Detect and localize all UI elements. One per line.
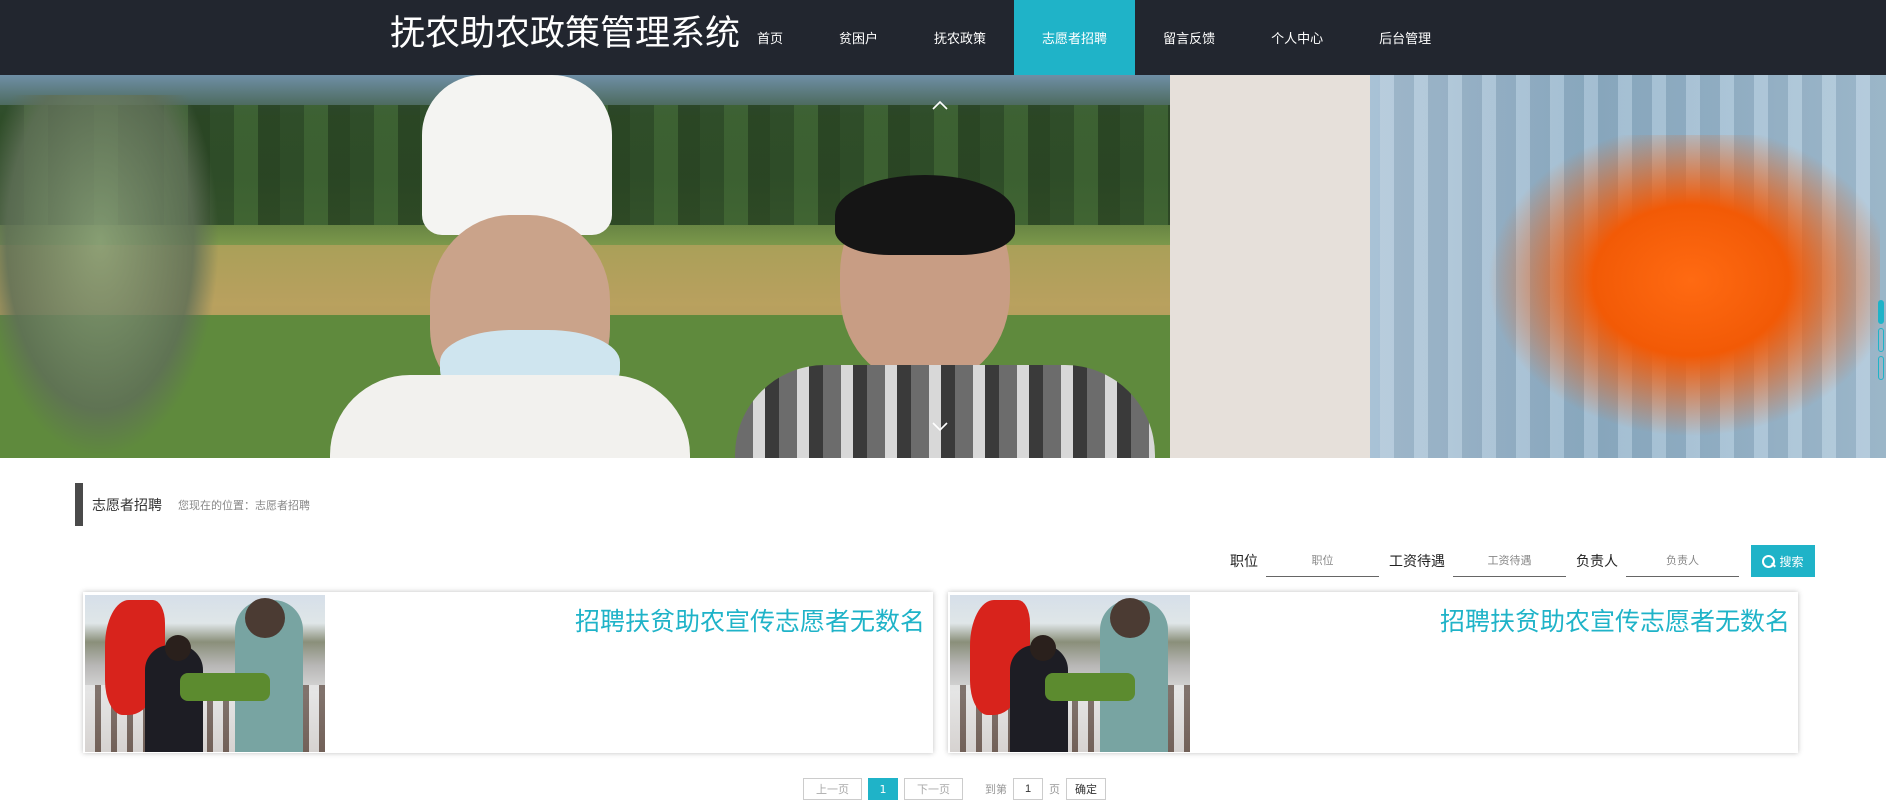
- position-input[interactable]: [1266, 545, 1379, 577]
- main-nav: 首页 贫困户 抚农政策 志愿者招聘 留言反馈 个人中心 后台管理: [729, 0, 1459, 75]
- banner-lobster-sculpture: [0, 95, 220, 458]
- banner-phoenix-sculpture: [1460, 135, 1880, 458]
- image-seedling-tray: [180, 673, 270, 701]
- search-form: 职位 工资待遇 负责人 搜索: [1230, 544, 1815, 578]
- nav-item-volunteer-recruitment[interactable]: 志愿者招聘: [1014, 0, 1136, 75]
- current-page-number[interactable]: 1: [868, 778, 898, 800]
- nav-item-home[interactable]: 首页: [729, 0, 811, 75]
- goto-page-input[interactable]: [1013, 778, 1043, 800]
- pagination: 上一页 1 下一页 到第 页 确定: [803, 778, 1106, 800]
- image-seedling-tray: [1045, 673, 1135, 701]
- image-person-head: [165, 635, 191, 661]
- contact-person-input[interactable]: [1626, 545, 1739, 577]
- nav-item-policies[interactable]: 抚农政策: [906, 0, 1014, 75]
- image-person-head: [1110, 598, 1150, 638]
- goto-suffix-label: 页: [1049, 783, 1060, 796]
- chevron-up-icon[interactable]: [930, 93, 950, 113]
- nav-item-personal-center[interactable]: 个人中心: [1243, 0, 1351, 75]
- top-navbar: 抚农助农政策管理系统 首页 贫困户 抚农政策 志愿者招聘 留言反馈 个人中心 后…: [0, 0, 1886, 75]
- salary-label: 工资待遇: [1389, 554, 1445, 570]
- chevron-down-icon[interactable]: [930, 415, 950, 435]
- nav-item-poor-households[interactable]: 贫困户: [811, 0, 906, 75]
- carousel-dot[interactable]: [1878, 328, 1884, 352]
- banner-chef-hat: [422, 75, 612, 235]
- site-title: 抚农助农政策管理系统: [390, 14, 741, 54]
- next-page-button[interactable]: 下一页: [904, 778, 963, 800]
- recruitment-list: 招聘扶贫助农宣传志愿者无数名 招聘扶贫助农宣传志愿者无数名: [83, 592, 1798, 753]
- recruitment-card-title[interactable]: 招聘扶贫助农宣传志愿者无数名: [1440, 602, 1790, 638]
- nav-item-feedback[interactable]: 留言反馈: [1135, 0, 1243, 75]
- recruitment-card[interactable]: 招聘扶贫助农宣传志愿者无数名: [948, 592, 1798, 753]
- goto-confirm-button[interactable]: 确定: [1066, 778, 1106, 800]
- goto-prefix-label: 到第: [985, 783, 1007, 796]
- search-button[interactable]: 搜索: [1751, 545, 1815, 577]
- prev-page-button[interactable]: 上一页: [803, 778, 862, 800]
- section-title: 志愿者招聘: [92, 497, 162, 514]
- section-header: 志愿者招聘 您现在的位置：志愿者招聘: [75, 483, 310, 526]
- recruitment-card-image: [85, 595, 325, 752]
- banner-plaid-shirt: [735, 365, 1155, 458]
- recruitment-card-title[interactable]: 招聘扶贫助农宣传志愿者无数名: [575, 602, 925, 638]
- banner-carousel: [0, 75, 1886, 458]
- banner-chef-coat: [330, 375, 690, 458]
- position-label: 职位: [1230, 554, 1258, 570]
- nav-item-admin[interactable]: 后台管理: [1351, 0, 1459, 75]
- banner-young-man-hair: [835, 175, 1015, 255]
- salary-input[interactable]: [1453, 545, 1566, 577]
- carousel-dot[interactable]: [1878, 356, 1884, 380]
- carousel-indicators: [1878, 300, 1886, 380]
- recruitment-card[interactable]: 招聘扶贫助农宣传志愿者无数名: [83, 592, 933, 753]
- carousel-dot[interactable]: [1878, 300, 1884, 324]
- image-person-head: [245, 598, 285, 638]
- search-icon: [1762, 554, 1776, 568]
- search-button-label: 搜索: [1779, 554, 1804, 569]
- recruitment-card-image: [950, 595, 1190, 752]
- breadcrumb: 您现在的位置：志愿者招聘: [178, 498, 310, 512]
- image-person-head: [1030, 635, 1056, 661]
- contact-person-label: 负责人: [1576, 554, 1618, 570]
- section-accent-bar: [75, 483, 83, 526]
